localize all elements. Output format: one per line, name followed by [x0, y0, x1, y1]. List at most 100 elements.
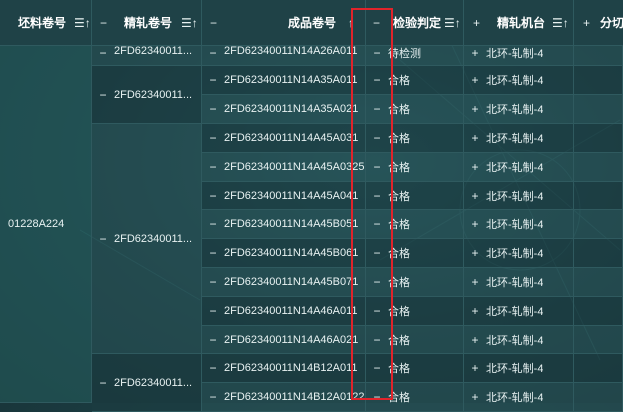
- split-cell[interactable]: [574, 153, 623, 182]
- header-finish-roll[interactable]: − 精轧卷号 ☰↑: [92, 0, 202, 46]
- inspection-cell[interactable]: − 合格: [366, 297, 464, 326]
- collapse-icon[interactable]: −: [208, 333, 218, 347]
- expand-icon[interactable]: +: [470, 246, 480, 260]
- inspection-cell[interactable]: − 合格: [366, 268, 464, 297]
- split-cell[interactable]: [574, 239, 623, 268]
- sort-icon[interactable]: ☰↑: [444, 16, 461, 30]
- inspection-cell[interactable]: − 合格: [366, 239, 464, 268]
- collapse-icon[interactable]: −: [98, 376, 108, 390]
- product-cell[interactable]: −2FD62340011N14A45A031: [202, 124, 366, 153]
- expand-icon[interactable]: +: [470, 361, 480, 375]
- split-cell[interactable]: [574, 46, 623, 66]
- expand-icon[interactable]: +: [583, 16, 590, 30]
- expand-icon[interactable]: +: [470, 304, 480, 318]
- expand-icon[interactable]: +: [470, 160, 480, 174]
- sort-icon[interactable]: ↑: [348, 16, 354, 30]
- split-cell[interactable]: [574, 326, 623, 354]
- header-product[interactable]: − 成品卷号 ↑: [202, 0, 366, 46]
- finish-mill-cell[interactable]: + 北环-轧制-4: [464, 66, 574, 95]
- split-cell[interactable]: [574, 95, 623, 124]
- product-cell[interactable]: −2FD62340011N14A45A0325: [202, 153, 366, 182]
- collapse-icon[interactable]: −: [208, 246, 218, 260]
- sort-icon[interactable]: ☰↑: [552, 16, 569, 30]
- split-cell[interactable]: [574, 354, 623, 383]
- collapse-icon[interactable]: −: [208, 390, 218, 404]
- product-cell[interactable]: −2FD62340011N14A45B071: [202, 268, 366, 297]
- inspection-cell[interactable]: − 合格: [366, 326, 464, 354]
- collapse-icon[interactable]: −: [372, 275, 382, 289]
- expand-icon[interactable]: +: [470, 390, 480, 404]
- collapse-icon[interactable]: −: [372, 189, 382, 203]
- inspection-cell[interactable]: − 合格: [366, 210, 464, 239]
- finish-roll-group[interactable]: − 2FD62340011...: [92, 46, 202, 66]
- expand-icon[interactable]: +: [470, 131, 480, 145]
- finish-mill-cell[interactable]: + 北环-轧制-4: [464, 153, 574, 182]
- finish-roll-group[interactable]: − 2FD62340011...: [92, 124, 202, 354]
- collapse-icon[interactable]: −: [372, 73, 382, 87]
- sort-icon[interactable]: ☰↑: [74, 16, 91, 30]
- collapse-icon[interactable]: −: [208, 102, 218, 116]
- header-billet[interactable]: 坯料卷号 ☰↑: [0, 0, 92, 46]
- inspection-cell[interactable]: − 合格: [366, 383, 464, 412]
- finish-roll-group[interactable]: − 2FD62340011...: [92, 354, 202, 412]
- collapse-icon[interactable]: −: [372, 102, 382, 116]
- collapse-icon[interactable]: −: [100, 16, 107, 30]
- collapse-icon[interactable]: −: [372, 333, 382, 347]
- split-cell[interactable]: [574, 297, 623, 326]
- collapse-icon[interactable]: −: [98, 88, 108, 102]
- inspection-cell[interactable]: − 合格: [366, 124, 464, 153]
- collapse-icon[interactable]: −: [372, 160, 382, 174]
- split-cell[interactable]: [574, 210, 623, 239]
- inspection-cell[interactable]: − 合格: [366, 95, 464, 124]
- collapse-icon[interactable]: −: [208, 160, 218, 174]
- header-finish-mill[interactable]: + 精轧机台 ☰↑: [464, 0, 574, 46]
- finish-mill-cell[interactable]: + 北环-轧制-4: [464, 354, 574, 383]
- collapse-icon[interactable]: −: [208, 217, 218, 231]
- split-cell[interactable]: [574, 66, 623, 95]
- header-inspection[interactable]: − 检验判定 ☰↑: [366, 0, 464, 46]
- finish-mill-cell[interactable]: + 北环-轧制-4: [464, 182, 574, 210]
- expand-icon[interactable]: +: [470, 217, 480, 231]
- product-cell[interactable]: −2FD62340011N14A35A021: [202, 95, 366, 124]
- finish-mill-cell[interactable]: + 北环-轧制-4: [464, 95, 574, 124]
- expand-icon[interactable]: +: [470, 46, 480, 60]
- collapse-icon[interactable]: −: [210, 16, 217, 30]
- product-cell[interactable]: −2FD62340011N14A45B051: [202, 210, 366, 239]
- finish-mill-cell[interactable]: + 北环-轧制-4: [464, 124, 574, 153]
- expand-icon[interactable]: +: [470, 333, 480, 347]
- inspection-cell[interactable]: − 合格: [366, 66, 464, 95]
- collapse-icon[interactable]: −: [372, 46, 382, 60]
- collapse-icon[interactable]: −: [372, 131, 382, 145]
- collapse-icon[interactable]: −: [372, 390, 382, 404]
- collapse-icon[interactable]: −: [208, 189, 218, 203]
- billet-cell[interactable]: 01228A224: [0, 46, 92, 403]
- expand-icon[interactable]: +: [470, 275, 480, 289]
- split-cell[interactable]: [574, 383, 623, 412]
- expand-icon[interactable]: +: [473, 16, 480, 30]
- collapse-icon[interactable]: −: [372, 246, 382, 260]
- finish-mill-cell[interactable]: + 北环-轧制-4: [464, 46, 574, 66]
- collapse-icon[interactable]: −: [98, 46, 108, 60]
- header-split[interactable]: + 分切: [574, 0, 623, 46]
- collapse-icon[interactable]: −: [208, 131, 218, 145]
- collapse-icon[interactable]: −: [208, 73, 218, 87]
- product-cell[interactable]: −2FD62340011N14A45A041: [202, 182, 366, 210]
- collapse-icon[interactable]: −: [208, 361, 218, 375]
- finish-mill-cell[interactable]: + 北环-轧制-4: [464, 268, 574, 297]
- expand-icon[interactable]: +: [470, 189, 480, 203]
- expand-icon[interactable]: +: [470, 73, 480, 87]
- finish-mill-cell[interactable]: + 北环-轧制-4: [464, 383, 574, 412]
- sort-icon[interactable]: ☰↑: [181, 16, 198, 30]
- split-cell[interactable]: [574, 268, 623, 297]
- product-cell[interactable]: −2FD62340011N14A46A021: [202, 326, 366, 354]
- inspection-cell[interactable]: − 合格: [366, 354, 464, 383]
- collapse-icon[interactable]: −: [373, 16, 380, 30]
- finish-mill-cell[interactable]: + 北环-轧制-4: [464, 239, 574, 268]
- split-cell[interactable]: [574, 124, 623, 153]
- finish-mill-cell[interactable]: + 北环-轧制-4: [464, 326, 574, 354]
- finish-roll-group[interactable]: − 2FD62340011...: [92, 66, 202, 124]
- collapse-icon[interactable]: −: [372, 304, 382, 318]
- product-cell[interactable]: −2FD62340011N14A26A011: [202, 46, 366, 66]
- finish-mill-cell[interactable]: + 北环-轧制-4: [464, 210, 574, 239]
- inspection-cell[interactable]: − 合格: [366, 182, 464, 210]
